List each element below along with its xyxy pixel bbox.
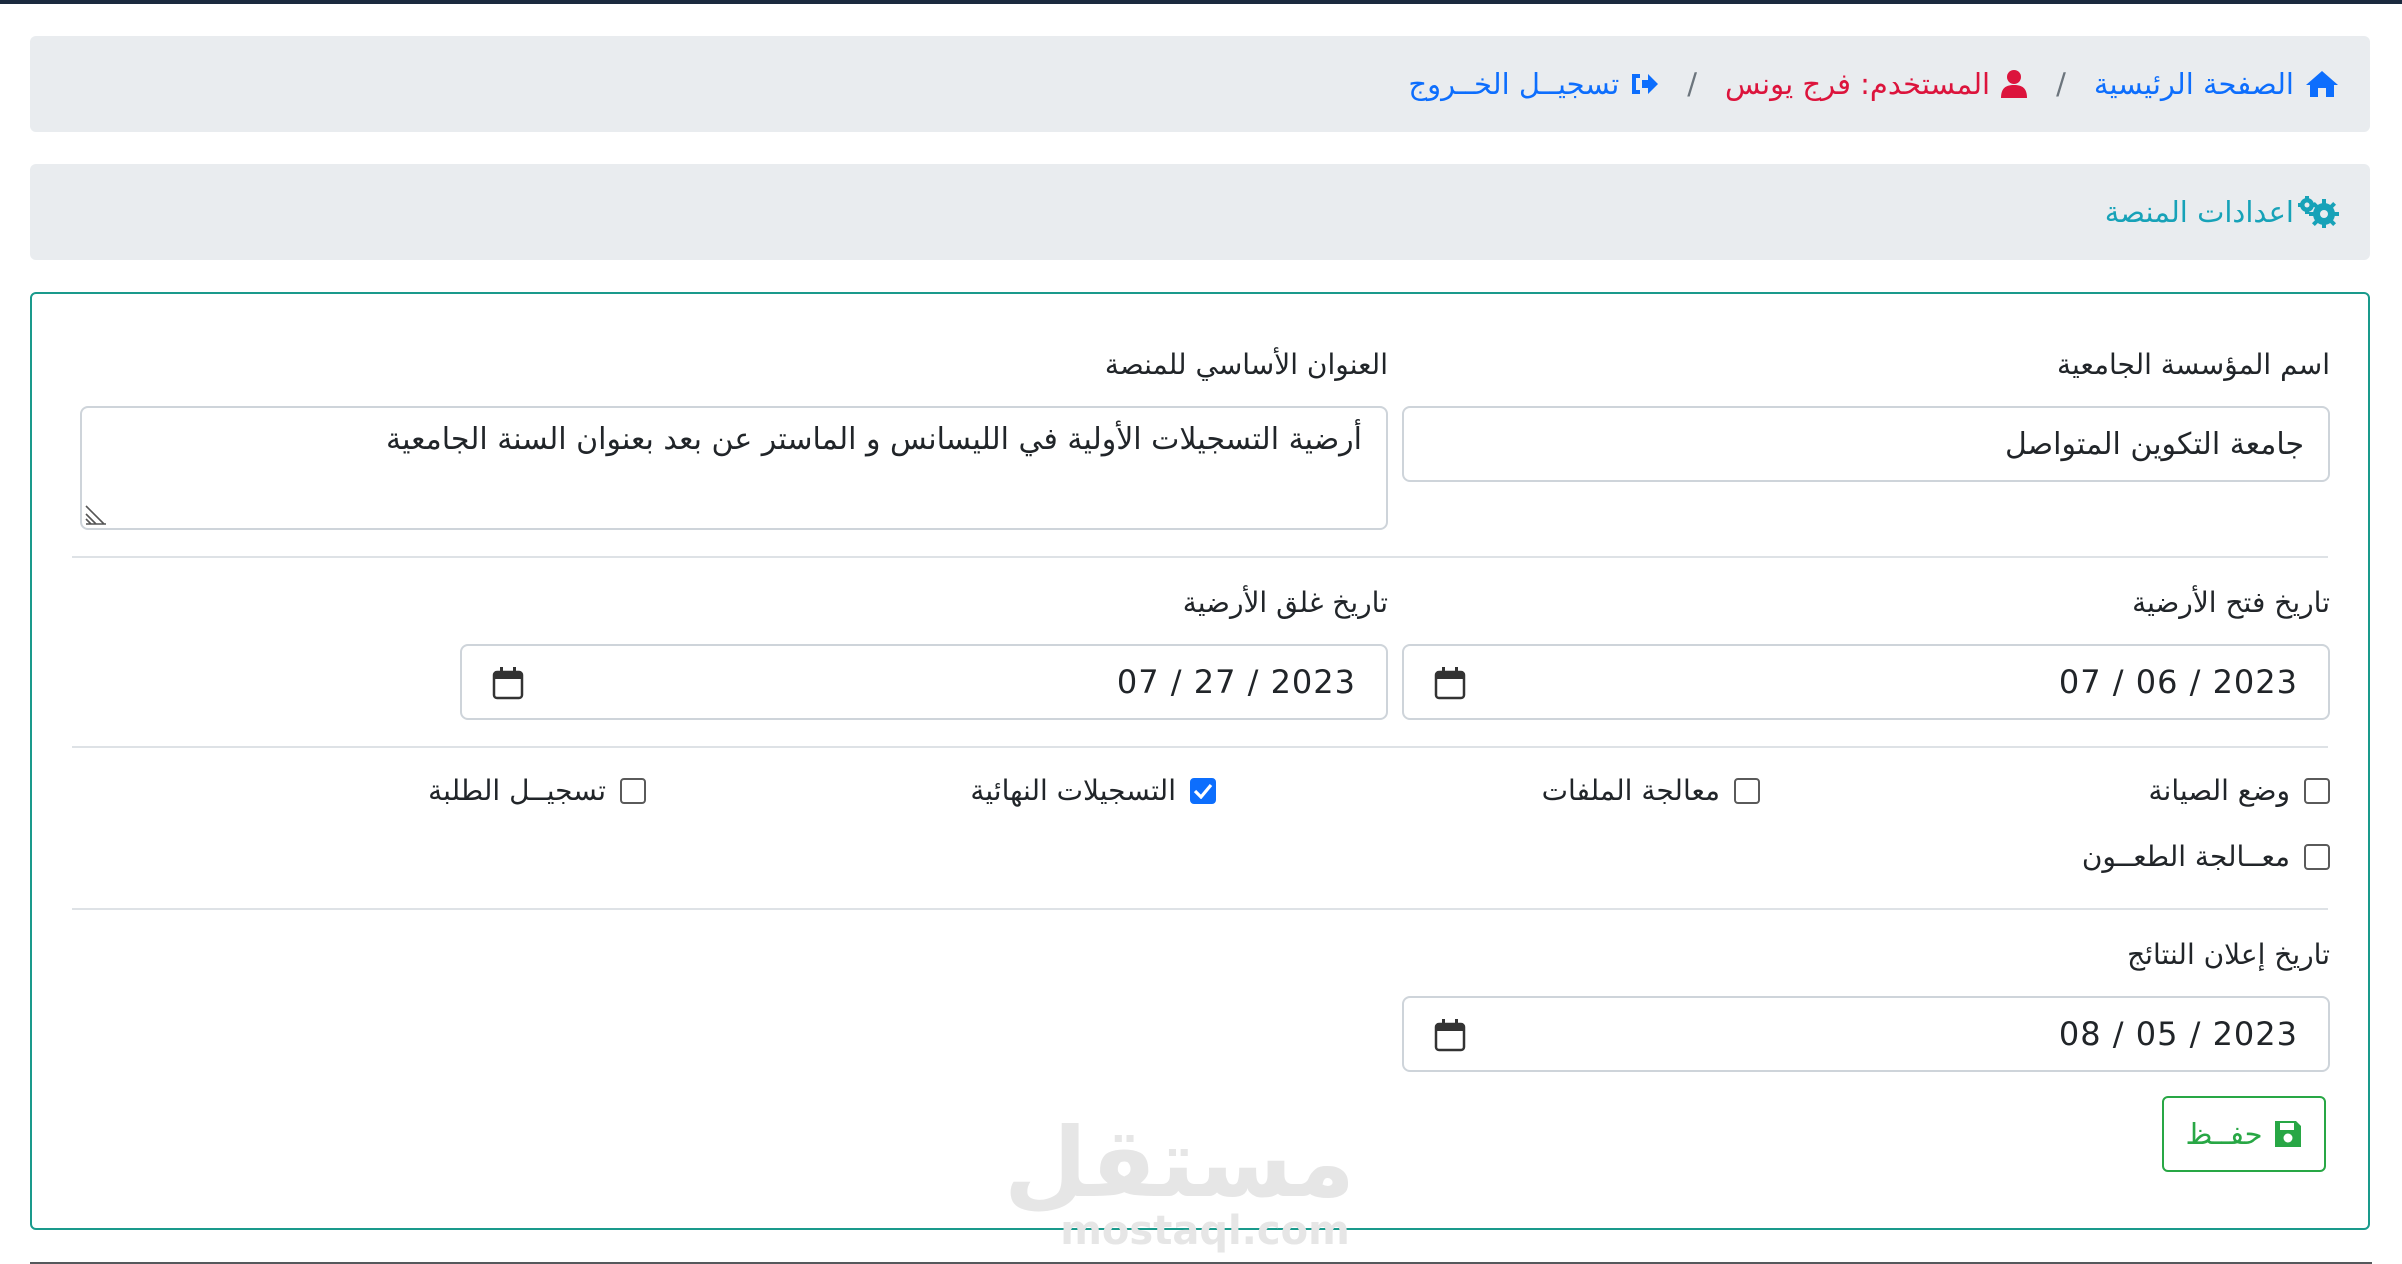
user-label: المستخدم: فرج يونس xyxy=(1725,67,1991,101)
resize-handle-icon[interactable] xyxy=(84,502,108,526)
final-registration-checkbox[interactable]: التسجيلات النهائية xyxy=(970,774,1216,807)
home-label: الصفحة الرئيسية xyxy=(2093,67,2294,101)
section-header: اعدادات المنصة xyxy=(30,164,2370,260)
checkbox-box[interactable] xyxy=(620,777,646,804)
platform-title-label: العنوان الأساسي للمنصة xyxy=(1104,348,1388,381)
save-button[interactable]: حفــظ xyxy=(2162,1096,2326,1172)
checkbox-box[interactable] xyxy=(1734,777,1760,804)
home-icon xyxy=(2306,71,2338,97)
platform-title-wrap: أرضية التسجيلات الأولية في الليسانس و ال… xyxy=(80,406,1388,530)
institution-label: اسم المؤسسة الجامعية xyxy=(2057,348,2330,381)
breadcrumb-separator: / xyxy=(2056,67,2066,101)
platform-title-textarea[interactable]: أرضية التسجيلات الأولية في الليسانس و ال… xyxy=(80,406,1388,530)
open-date-input[interactable]: 07 / 06 / 2023 xyxy=(1402,644,2330,720)
maintenance-checkbox[interactable]: وضع الصيانة xyxy=(2149,774,2330,807)
open-date-value: 07 / 06 / 2023 xyxy=(2058,663,2298,701)
close-date-value: 07 / 27 / 2023 xyxy=(1116,663,1356,701)
checkbox-box-checked[interactable] xyxy=(1190,777,1216,804)
cogs-icon xyxy=(2298,196,2339,228)
files-processing-label: معالجة الملفات xyxy=(1541,774,1720,807)
results-date-label: تاريخ إعلان النتائج xyxy=(2127,938,2330,971)
close-date-input[interactable]: 07 / 27 / 2023 xyxy=(460,644,1388,720)
open-date-label: تاريخ فتح الأرضية xyxy=(2132,586,2330,619)
results-date-input[interactable]: 08 / 05 / 2023 xyxy=(1402,996,2330,1072)
divider xyxy=(72,908,2328,910)
divider xyxy=(72,746,2328,748)
checkbox-box[interactable] xyxy=(2304,843,2330,870)
calendar-icon[interactable] xyxy=(492,666,524,700)
appeals-checkbox[interactable]: معــالجة الطعــون xyxy=(2082,840,2330,873)
breadcrumb-user: المستخدم: فرج يونس xyxy=(1725,67,2028,101)
settings-form: اسم المؤسسة الجامعية العنوان الأساسي للم… xyxy=(30,292,2370,1230)
checkbox-box[interactable] xyxy=(2304,777,2330,804)
check-icon xyxy=(1193,783,1213,799)
appeals-label: معــالجة الطعــون xyxy=(2081,840,2290,873)
results-date-value: 08 / 05 / 2023 xyxy=(2058,1015,2298,1053)
maintenance-label: وضع الصيانة xyxy=(2148,774,2290,807)
user-icon xyxy=(2001,70,2028,98)
sign-out-icon xyxy=(1632,74,1659,94)
close-date-label: تاريخ غلق الأرضية xyxy=(1182,586,1388,619)
divider xyxy=(72,556,2328,558)
student-registration-label: تسجيــل الطلبة xyxy=(428,774,606,807)
calendar-icon[interactable] xyxy=(1434,1018,1466,1052)
floppy-disk-icon xyxy=(2274,1121,2301,1147)
calendar-icon[interactable] xyxy=(1434,666,1466,700)
section-title: اعدادات المنصة xyxy=(2104,195,2294,229)
institution-input[interactable] xyxy=(1402,406,2330,482)
top-border xyxy=(0,0,2402,4)
breadcrumb: الصفحة الرئيسية / المستخدم: فرج يونس / ت… xyxy=(30,36,2370,132)
save-label: حفــظ xyxy=(2185,1117,2263,1151)
final-registration-label: التسجيلات النهائية xyxy=(970,774,1176,807)
logout-link[interactable]: تسجيــل الخــروج xyxy=(1408,67,1659,101)
files-processing-checkbox[interactable]: معالجة الملفات xyxy=(1542,774,1760,807)
student-registration-checkbox[interactable]: تسجيــل الطلبة xyxy=(428,774,646,807)
breadcrumb-home-link[interactable]: الصفحة الرئيسية xyxy=(2094,67,2340,101)
breadcrumb-separator: / xyxy=(1687,67,1698,101)
logout-label: تسجيــل الخــروج xyxy=(1408,67,1620,101)
